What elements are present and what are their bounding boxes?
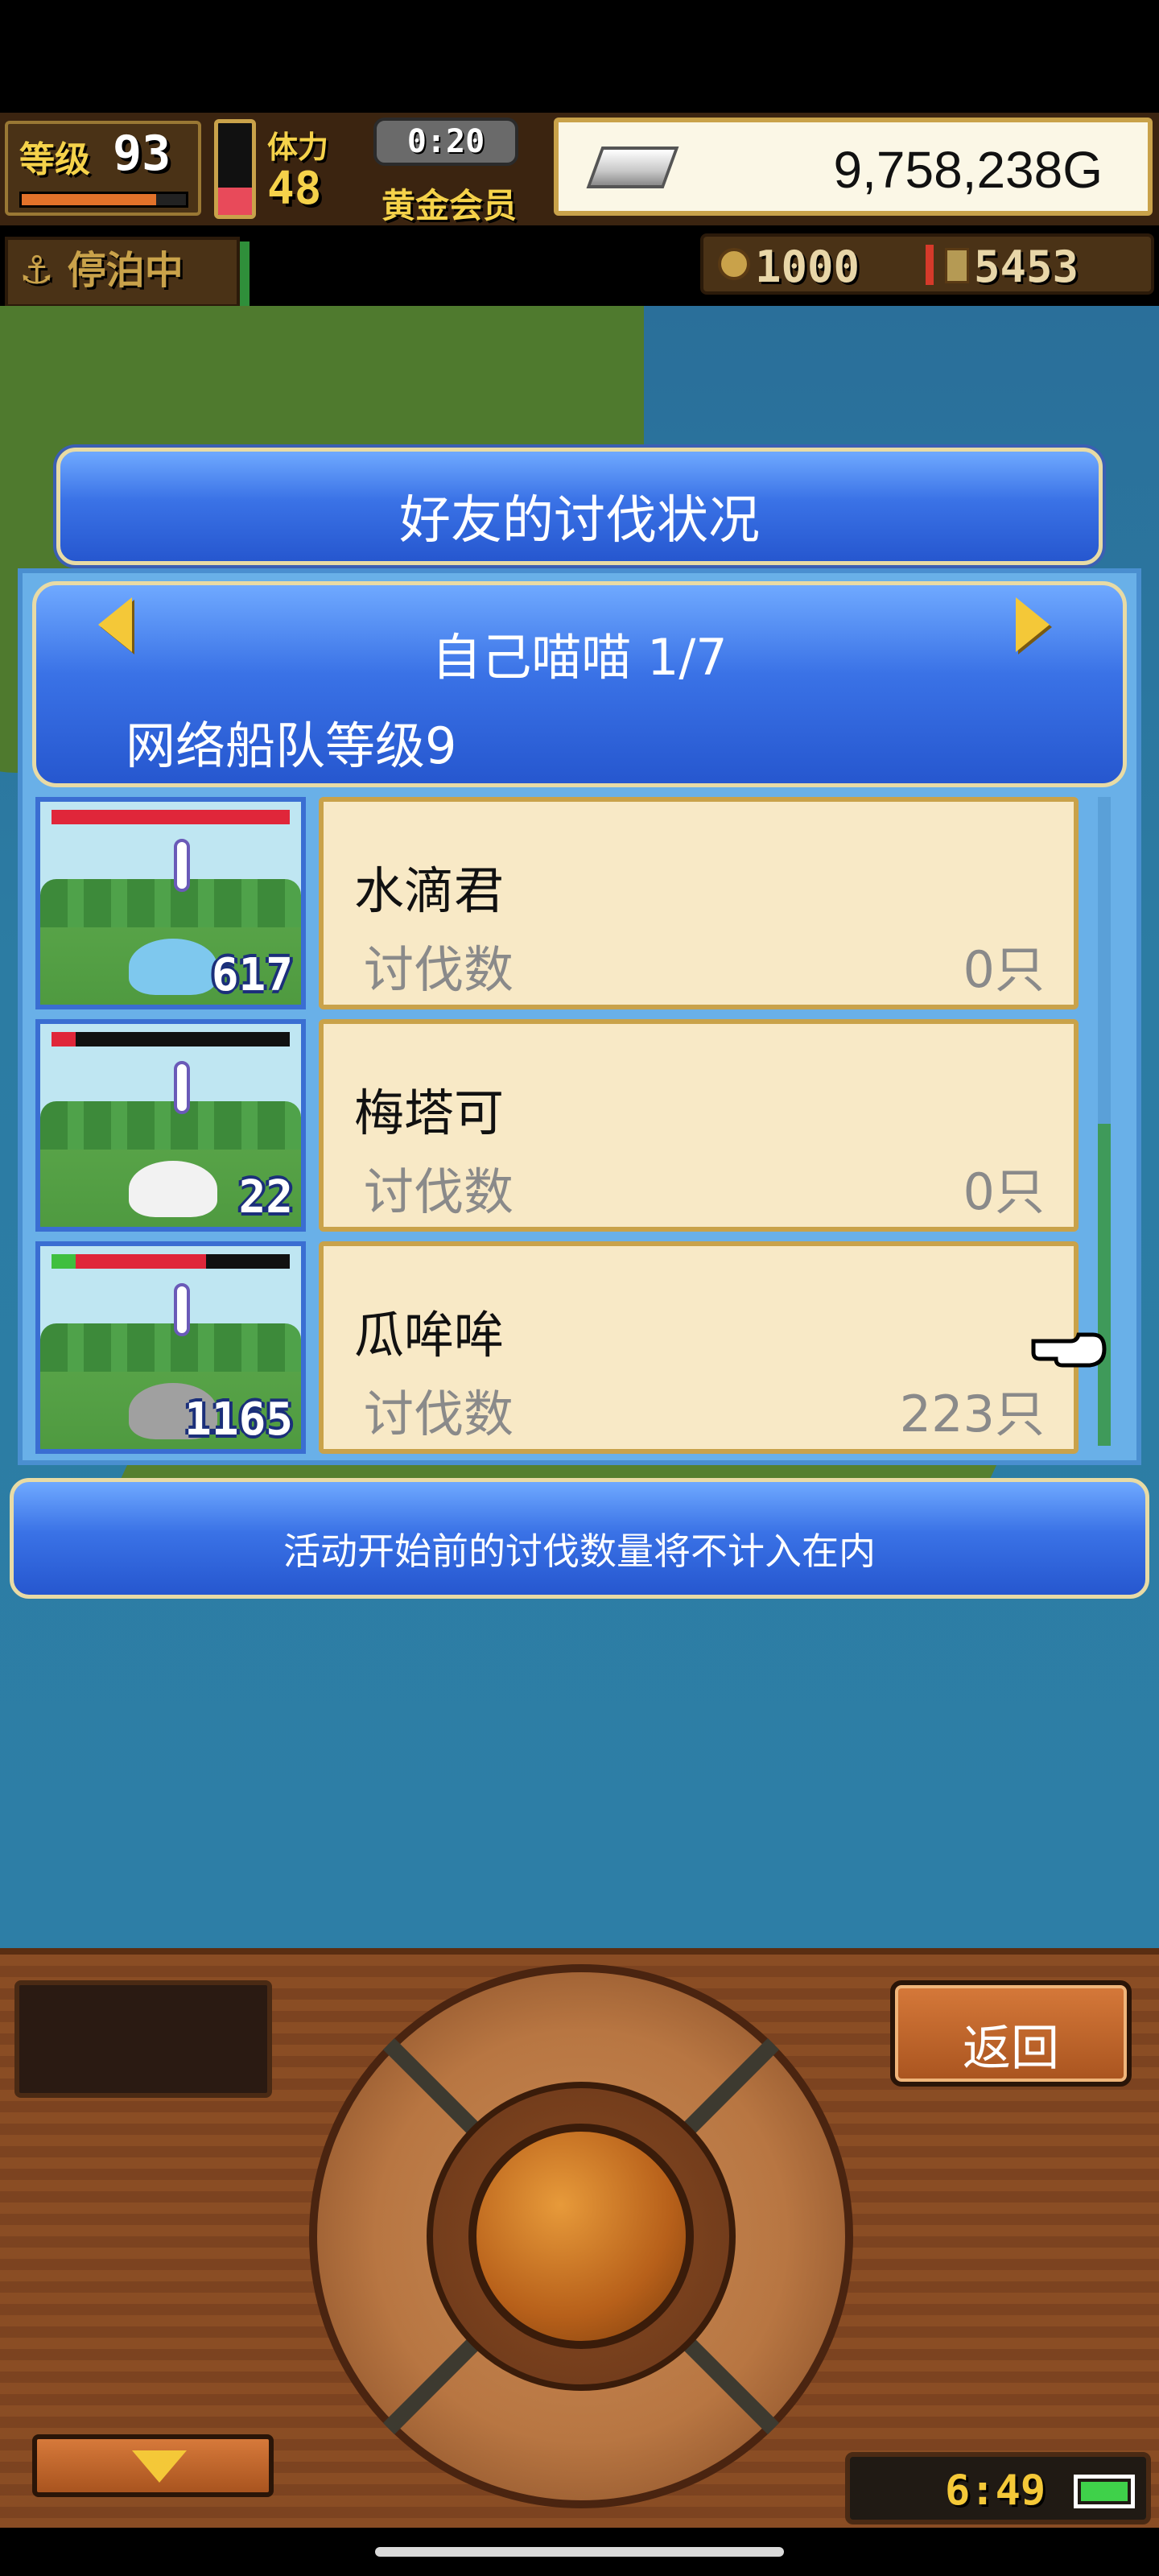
defeat-count-label: 讨伐数 xyxy=(364,1162,514,1221)
level-progress-bar xyxy=(19,192,188,208)
monster-row[interactable]: 617 水滴君 讨伐数 0只 xyxy=(35,797,1079,1009)
clock-panel: 6:49 xyxy=(845,2452,1151,2524)
pointing-hand-icon xyxy=(1031,1332,1107,1368)
gold-value: 9,758,238G xyxy=(833,141,1103,199)
fleet-level: 网络船队等级9 xyxy=(126,716,457,775)
level-value: 93 xyxy=(113,126,171,182)
monster-level: 22 xyxy=(238,1171,293,1224)
forest-backdrop xyxy=(40,879,301,927)
anchored-status[interactable]: ⚓ 停泊中 xyxy=(5,237,240,308)
resource-separator xyxy=(926,245,934,285)
home-indicator[interactable] xyxy=(375,2547,784,2557)
monster-hp-bar xyxy=(52,1032,290,1046)
resource-a-value: 1000 xyxy=(755,242,860,292)
stamina-value: 48 xyxy=(267,163,322,215)
level-panel: 等级 93 xyxy=(5,121,201,216)
wheel-hub-button[interactable] xyxy=(468,2124,694,2349)
list-scrollbar-thumb[interactable] xyxy=(1098,1124,1111,1446)
monster-level: 1165 xyxy=(184,1393,293,1446)
stamina-timer: 0:20 xyxy=(373,118,518,166)
level-label: 等级 xyxy=(19,139,90,180)
monster-card: 瓜哞哞 讨伐数 223只 xyxy=(319,1241,1079,1454)
defeat-count-value: 0只 xyxy=(963,940,1045,999)
monster-row[interactable]: 1165 瓜哞哞 讨伐数 223只 xyxy=(35,1241,1079,1454)
stone-icon xyxy=(945,248,969,283)
monster-thumbnail: 1165 xyxy=(35,1241,306,1454)
defeat-count-label: 讨伐数 xyxy=(364,1385,514,1443)
monster-card: 梅塔可 讨伐数 0只 xyxy=(319,1019,1079,1232)
monster-row[interactable]: 22 梅塔可 讨伐数 0只 xyxy=(35,1019,1079,1232)
monster-name: 水滴君 xyxy=(354,861,505,920)
back-button[interactable]: 返回 xyxy=(890,1980,1132,2087)
empty-slot xyxy=(14,1980,272,2098)
dialog-title: 好友的讨伐状况 xyxy=(399,491,760,551)
monster-sprite xyxy=(129,939,217,995)
resource-panel: 1000 5453 xyxy=(700,233,1154,295)
defeat-count-value: 0只 xyxy=(963,1162,1045,1221)
dialog-title-bar: 好友的讨伐状况 xyxy=(56,448,1103,565)
resource-b-value: 5453 xyxy=(974,242,1079,292)
stamina-gauge xyxy=(214,119,256,219)
friend-name: 自己喵喵 1/7 xyxy=(431,628,728,687)
membership-label: 黄金会员 xyxy=(382,186,518,225)
battery-icon xyxy=(1074,2475,1135,2508)
alert-icon xyxy=(174,1283,190,1336)
forest-backdrop xyxy=(40,1323,301,1372)
gold-panel[interactable]: 9,758,238G xyxy=(554,118,1153,216)
stamina-label: 体力 xyxy=(267,130,329,165)
alert-icon xyxy=(174,1061,190,1114)
monster-level: 617 xyxy=(211,949,293,1001)
monster-hp-bar xyxy=(52,810,290,824)
wood-icon xyxy=(718,248,750,280)
defeat-count-label: 讨伐数 xyxy=(364,940,514,999)
alert-icon xyxy=(174,839,190,892)
notice-bar: 活动开始前的讨伐数量将不计入在内 xyxy=(10,1478,1149,1599)
defeat-count-value: 223只 xyxy=(899,1385,1045,1443)
forest-backdrop xyxy=(40,1101,301,1150)
monster-sprite xyxy=(129,1161,217,1217)
monster-name: 瓜哞哞 xyxy=(354,1306,505,1364)
status-bar xyxy=(0,0,1159,113)
back-button-label: 返回 xyxy=(963,2021,1059,2077)
monster-card: 水滴君 讨伐数 0只 xyxy=(319,797,1079,1009)
menu-down-button[interactable] xyxy=(32,2434,274,2497)
monster-hp-bar xyxy=(52,1254,290,1269)
monster-thumbnail: 617 xyxy=(35,797,306,1009)
silver-ingot-icon xyxy=(586,147,679,188)
stamina-panel: 体力 48 xyxy=(267,122,364,215)
monster-thumbnail: 22 xyxy=(35,1019,306,1232)
anchored-label: 停泊中 xyxy=(67,248,184,293)
clock-time: 6:49 xyxy=(945,2467,1046,2515)
down-arrow-icon xyxy=(132,2450,187,2483)
notice-text: 活动开始前的讨伐数量将不计入在内 xyxy=(283,1530,876,1573)
monster-name: 梅塔可 xyxy=(354,1084,505,1142)
anchored-indicator xyxy=(240,242,250,306)
